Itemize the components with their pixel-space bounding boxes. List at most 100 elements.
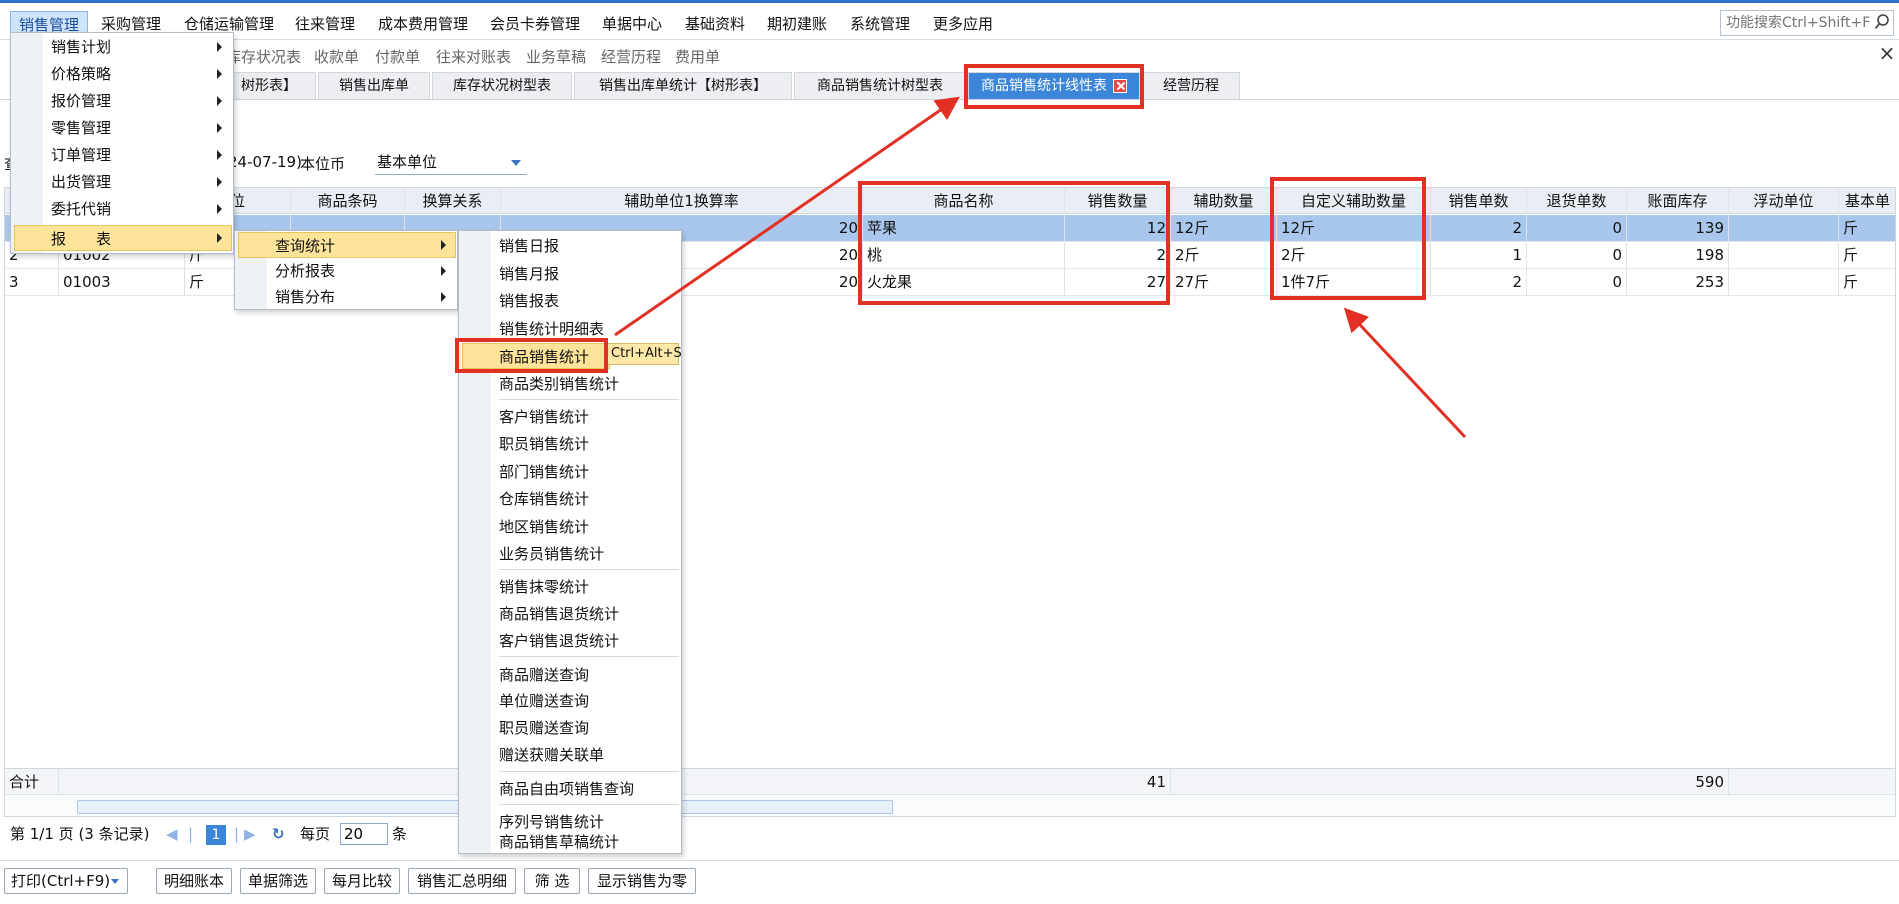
tab-stock-tree[interactable]: 库存状况树型表 xyxy=(432,72,572,99)
menu-item-distribution[interactable]: 销售分布 xyxy=(275,284,455,310)
menu-item-query-stats[interactable]: 查询统计 xyxy=(238,232,456,258)
menu-item-dept-stat[interactable]: 部门销售统计 xyxy=(499,459,679,485)
col-header-aux-qty[interactable]: 辅助数量 xyxy=(1171,188,1277,214)
cell-base-unit: 斤 xyxy=(1839,269,1895,295)
col-header-sales-count[interactable]: 销售单数 xyxy=(1431,188,1527,214)
cell-code: 01003 xyxy=(59,269,185,295)
menu-item-goods-return-stat[interactable]: 商品销售退货统计 xyxy=(499,601,679,627)
quick-reconciliation[interactable]: 往来对账表 xyxy=(436,46,511,67)
cell-custom-aux: 2斤 xyxy=(1277,242,1431,268)
menu-item-goods-gift[interactable]: 商品赠送查询 xyxy=(499,662,679,688)
menu-item-free-field[interactable]: 商品自由项销售查询 xyxy=(499,776,679,802)
menu-item-draft-stat[interactable]: 商品销售草稿统计 xyxy=(499,829,679,855)
menu-item-analysis[interactable]: 分析报表 xyxy=(275,258,455,284)
menu-item-consignment[interactable]: 委托代销 xyxy=(51,196,231,222)
submenu-arrow-icon xyxy=(217,233,222,243)
per-page-unit: 条 xyxy=(392,825,408,843)
menu-accounts[interactable]: 往来管理 xyxy=(287,11,363,37)
per-page-input[interactable] xyxy=(340,823,388,845)
quick-expense[interactable]: 费用单 xyxy=(675,46,720,67)
monthly-compare-button[interactable]: 每月比较 xyxy=(324,868,400,894)
menu-system[interactable]: 系统管理 xyxy=(842,11,918,37)
quick-payment[interactable]: 付款单 xyxy=(375,46,420,67)
next-page-icon[interactable]: ▶ xyxy=(244,821,256,847)
menu-item-gift-link[interactable]: 赠送获赠关联单 xyxy=(499,742,679,768)
menu-more[interactable]: 更多应用 xyxy=(925,11,1001,37)
menu-documents[interactable]: 单据中心 xyxy=(594,11,670,37)
menu-item-monthly[interactable]: 销售月报 xyxy=(499,261,679,287)
menu-item-reports[interactable]: 报 表 xyxy=(14,225,232,251)
menu-item-goods-sales-stat[interactable]: 商品销售统计 xyxy=(462,343,610,369)
print-button[interactable]: 打印(Ctrl+F9) xyxy=(4,868,128,894)
quick-history[interactable]: 经营历程 xyxy=(601,46,661,67)
menu-item-staff-stat[interactable]: 职员销售统计 xyxy=(499,431,679,457)
search-icon[interactable] xyxy=(1874,13,1890,31)
tab-goods-stat-linear[interactable]: 商品销售统计线性表 xyxy=(968,72,1140,99)
cell-stock: 253 xyxy=(1627,269,1729,295)
col-header-aux-rate[interactable]: 辅助单位1换算率 xyxy=(501,188,863,214)
total-stock: 590 xyxy=(1627,769,1729,795)
menu-item-quote[interactable]: 报价管理 xyxy=(51,88,231,114)
unit-select[interactable]: 基本单位 xyxy=(375,151,527,175)
col-header-return-count[interactable]: 退货单数 xyxy=(1527,188,1627,214)
current-page-button[interactable]: 1 xyxy=(206,825,226,845)
menu-item-orders[interactable]: 订单管理 xyxy=(51,142,231,168)
menu-item-salesman-stat[interactable]: 业务员销售统计 xyxy=(499,541,679,567)
menu-basic[interactable]: 基础资料 xyxy=(677,11,753,37)
filter-button[interactable]: 筛 选 xyxy=(524,868,580,894)
horizontal-scrollbar[interactable] xyxy=(5,794,1895,816)
tab-label: 商品销售统计线性表 xyxy=(981,78,1107,94)
tab-goods-stat-tree[interactable]: 商品销售统计树型表 xyxy=(794,72,966,99)
refresh-icon[interactable]: ↻ xyxy=(272,821,285,847)
menu-item-rounding-stat[interactable]: 销售抹零统计 xyxy=(499,574,679,600)
col-header-custom-aux[interactable]: 自定义辅助数量 xyxy=(1277,188,1431,214)
col-header-name[interactable]: 商品名称 xyxy=(863,188,1065,214)
menu-item-customer-stat[interactable]: 客户销售统计 xyxy=(499,404,679,430)
function-search-input[interactable] xyxy=(1720,10,1894,36)
col-header-base-unit[interactable]: 基本单 xyxy=(1839,188,1895,214)
menu-opening[interactable]: 期初建账 xyxy=(759,11,835,37)
document-filter-button[interactable]: 单据筛选 xyxy=(240,868,316,894)
menu-item-sales-plan[interactable]: 销售计划 xyxy=(51,34,231,60)
unit-select-value: 基本单位 xyxy=(377,153,438,171)
menu-item-stat-detail[interactable]: 销售统计明细表 xyxy=(499,316,679,342)
col-header-conversion[interactable]: 换算关系 xyxy=(405,188,501,214)
sales-summary-detail-button[interactable]: 销售汇总明细 xyxy=(408,868,516,894)
shortcut-tooltip: Ctrl+Alt+S xyxy=(607,343,682,365)
tab-outbound-stat-tree[interactable]: 销售出库单统计【树形表】 xyxy=(574,72,792,99)
submenu-arrow-icon xyxy=(217,123,222,133)
prev-page-icon[interactable]: ◀ xyxy=(166,821,178,847)
tab-sales-outbound[interactable]: 销售出库单 xyxy=(318,72,430,99)
menu-cost[interactable]: 成本费用管理 xyxy=(370,11,476,37)
menu-item-customer-return-stat[interactable]: 客户销售退货统计 xyxy=(499,628,679,654)
tab-close-icon[interactable] xyxy=(1113,79,1127,93)
menu-item-warehouse-stat[interactable]: 仓库销售统计 xyxy=(499,486,679,512)
menu-item-category-stat[interactable]: 商品类别销售统计 xyxy=(499,371,679,397)
menu-item-daily[interactable]: 销售日报 xyxy=(499,233,679,259)
tab-tree-table[interactable]: 树形表】 xyxy=(222,72,316,99)
menu-item-report[interactable]: 销售报表 xyxy=(499,288,679,314)
quick-stock-status[interactable]: 库存状况表 xyxy=(226,46,301,67)
close-icon[interactable]: × xyxy=(1878,41,1896,65)
menu-item-region-stat[interactable]: 地区销售统计 xyxy=(499,514,679,540)
menu-item-shipping[interactable]: 出货管理 xyxy=(51,169,231,195)
menu-item-price-strategy[interactable]: 价格策略 xyxy=(51,61,231,87)
col-header-stock[interactable]: 账面库存 xyxy=(1627,188,1729,214)
menu-bar: 销售管理 采购管理 仓储运输管理 往来管理 成本费用管理 会员卡券管理 单据中心… xyxy=(0,0,1899,40)
submenu-arrow-icon xyxy=(217,96,222,106)
col-header-float-unit[interactable]: 浮动单位 xyxy=(1729,188,1839,214)
submenu-arrow-icon xyxy=(217,150,222,160)
detail-ledger-button[interactable]: 明细账本 xyxy=(156,868,232,894)
tab-business-history[interactable]: 经营历程 xyxy=(1142,72,1240,99)
cell-sales-count: 2 xyxy=(1431,215,1527,241)
show-zero-sales-button[interactable]: 显示销售为零 xyxy=(588,868,696,894)
cell-name: 桃 xyxy=(863,242,1065,268)
quick-drafts[interactable]: 业务草稿 xyxy=(526,46,586,67)
menu-member[interactable]: 会员卡券管理 xyxy=(482,11,588,37)
quick-receipt[interactable]: 收款单 xyxy=(314,46,359,67)
col-header-barcode[interactable]: 商品条码 xyxy=(291,188,405,214)
menu-item-staff-gift[interactable]: 职员赠送查询 xyxy=(499,715,679,741)
col-header-qty[interactable]: 销售数量 xyxy=(1065,188,1171,214)
menu-item-retail[interactable]: 零售管理 xyxy=(51,115,231,141)
menu-item-unit-gift[interactable]: 单位赠送查询 xyxy=(499,688,679,714)
